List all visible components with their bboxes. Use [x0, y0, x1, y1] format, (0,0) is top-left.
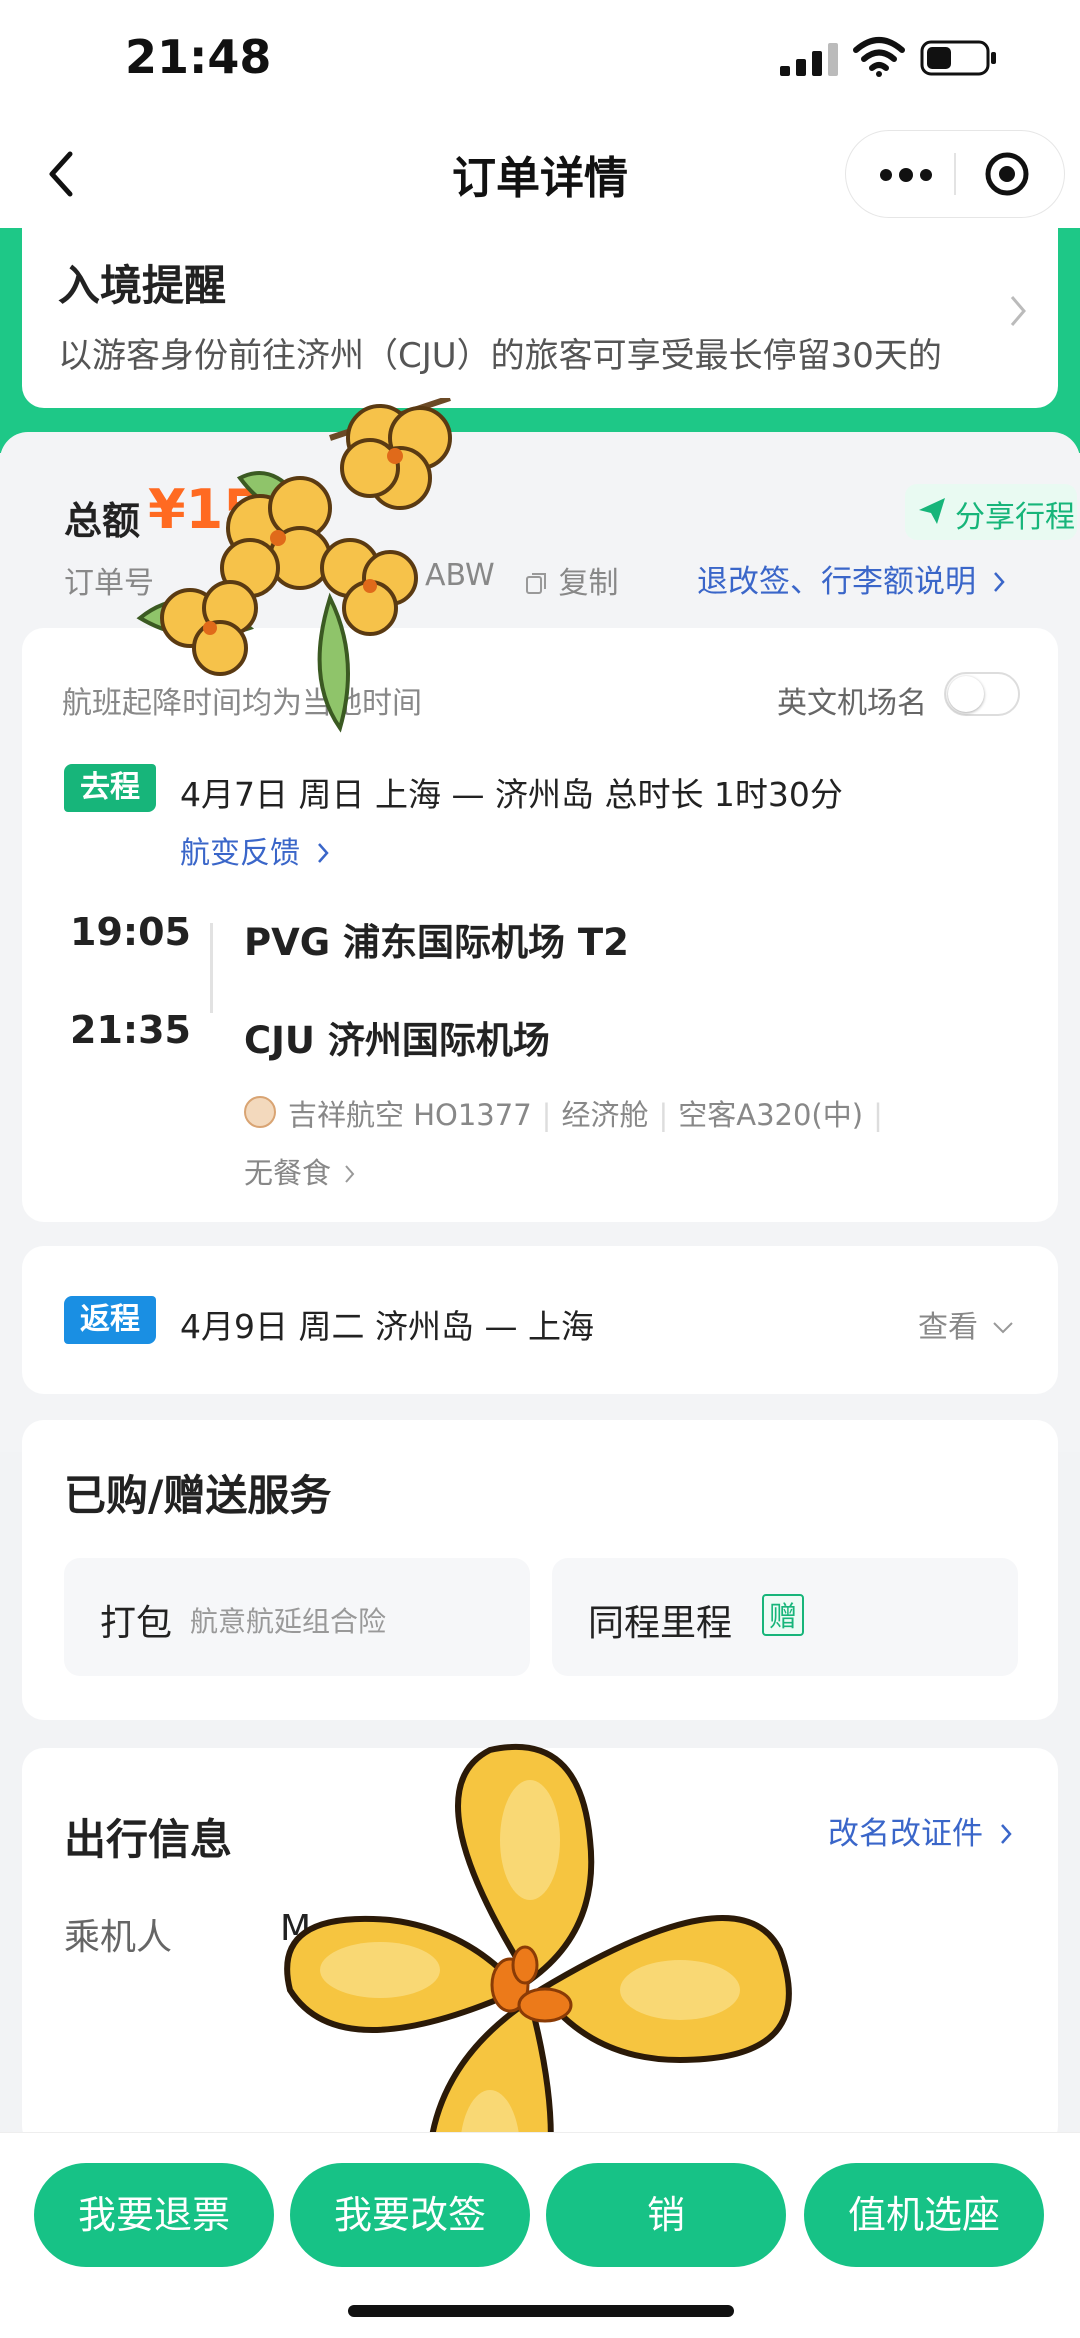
- toggle-knob: [948, 676, 984, 712]
- chevron-right-icon: [345, 1165, 355, 1183]
- passenger-label: 乘机人: [64, 1917, 173, 1958]
- departure-airport: PVG 浦东国际机场 T2: [244, 921, 629, 964]
- timeline-line: [210, 923, 213, 1013]
- arrival-airport: CJU 济州国际机场: [244, 1019, 550, 1062]
- entry-reminder-card[interactable]: 入境提醒 以游客身份前往济州（CJU）的旅客可享受最长停留30天的: [22, 228, 1058, 408]
- view-label: 查看: [918, 1310, 978, 1345]
- checkin-seat-button[interactable]: 值机选座: [804, 2163, 1044, 2267]
- send-plane-icon: [919, 498, 945, 524]
- gift-badge: 赠: [762, 1594, 804, 1636]
- services-title: 已购/赠送服务: [64, 1471, 332, 1520]
- purchased-services-card: 已购/赠送服务 打包 航意航延组合险 同程里程 赠: [22, 1420, 1058, 1720]
- copy-icon: [526, 573, 546, 594]
- cellular-signal-icon: [780, 43, 838, 76]
- reminder-text: 以游客身份前往济州（CJU）的旅客可享受最长停留30天的: [58, 336, 942, 376]
- flight-details: 吉祥航空 HO1377 | 经济舱 | 空客A320(中) |: [288, 1098, 883, 1132]
- refund-baggage-label: 退改签、行李额说明: [697, 564, 976, 600]
- status-time: 21:48: [125, 30, 272, 84]
- flight-change-feedback-label: 航变反馈: [180, 836, 300, 871]
- outbound-tag: 去程: [64, 764, 156, 812]
- view-return-button[interactable]: 查看: [918, 1302, 1014, 1346]
- meal-info-label: 无餐食: [244, 1156, 332, 1190]
- total-label: 总额: [64, 499, 141, 543]
- copy-button[interactable]: 复制: [525, 558, 619, 602]
- service-item-package[interactable]: 打包 航意航延组合险: [64, 1558, 530, 1676]
- english-airport-name-toggle[interactable]: [944, 672, 1020, 716]
- meal-info-link[interactable]: 无餐食: [244, 1150, 356, 1192]
- return-summary: 4月9日 周二 济州岛 — 上海: [180, 1307, 594, 1346]
- service-item-mileage[interactable]: 同程里程 赠: [552, 1558, 1018, 1676]
- chevron-right-icon: [317, 843, 329, 863]
- mini-program-capsule: [845, 130, 1065, 218]
- flower-sticker-small: [136, 398, 452, 733]
- status-bar: 21:48: [0, 0, 1080, 120]
- aircraft-type: 空客A320(中): [678, 1098, 864, 1132]
- more-dots-icon[interactable]: [876, 155, 936, 195]
- airline-logo-icon: [244, 1096, 276, 1128]
- service-name: 打包: [100, 1603, 173, 1644]
- service-name: 同程里程: [588, 1603, 733, 1644]
- refund-baggage-link[interactable]: 退改签、行李额说明: [697, 556, 1006, 601]
- outbound-summary: 4月7日 周日 上海 — 济州岛 总时长 1时30分: [180, 775, 843, 814]
- departure-time: 19:05: [70, 910, 191, 954]
- wifi-icon: [853, 37, 905, 77]
- rename-id-label: 改名改证件: [828, 1816, 983, 1852]
- share-trip-label: 分享行程: [955, 500, 1075, 535]
- nav-bar: 订单详情: [0, 120, 1080, 230]
- flight-change-feedback-link[interactable]: 航变反馈: [180, 828, 330, 872]
- cabin-class: 经济舱: [561, 1098, 649, 1132]
- copy-label: 复制: [558, 566, 619, 601]
- share-trip-button[interactable]: 分享行程: [905, 484, 1077, 540]
- english-airport-name-label: 英文机场名: [777, 686, 927, 721]
- chevron-right-icon: [993, 572, 1005, 592]
- bottom-action-bar: 我要退票 我要改签 销 值机选座: [0, 2132, 1080, 2338]
- return-flight-card[interactable]: 返程 4月9日 周二 济州岛 — 上海 查看: [22, 1246, 1058, 1394]
- rename-id-link[interactable]: 改名改证件: [828, 1808, 1013, 1853]
- arrival-time: 21:35: [70, 1008, 191, 1052]
- change-button[interactable]: 我要改签: [290, 2163, 530, 2267]
- chevron-right-icon: [1000, 1824, 1012, 1844]
- capsule-divider: [954, 153, 956, 195]
- return-tag: 返程: [64, 1296, 156, 1344]
- refund-button[interactable]: 我要退票: [34, 2163, 274, 2267]
- chevron-right-icon: [1010, 296, 1026, 326]
- close-target-icon[interactable]: [984, 151, 1030, 197]
- reimburse-button[interactable]: 销: [546, 2163, 786, 2267]
- battery-icon: [920, 40, 996, 76]
- home-indicator: [348, 2305, 734, 2317]
- travel-info-title: 出行信息: [64, 1815, 233, 1864]
- reminder-title: 入境提醒: [58, 261, 227, 310]
- service-sub: 航意航延组合险: [190, 1605, 387, 1638]
- chevron-down-icon: [992, 1322, 1013, 1334]
- airline-flight-number: 吉祥航空 HO1377: [288, 1098, 532, 1132]
